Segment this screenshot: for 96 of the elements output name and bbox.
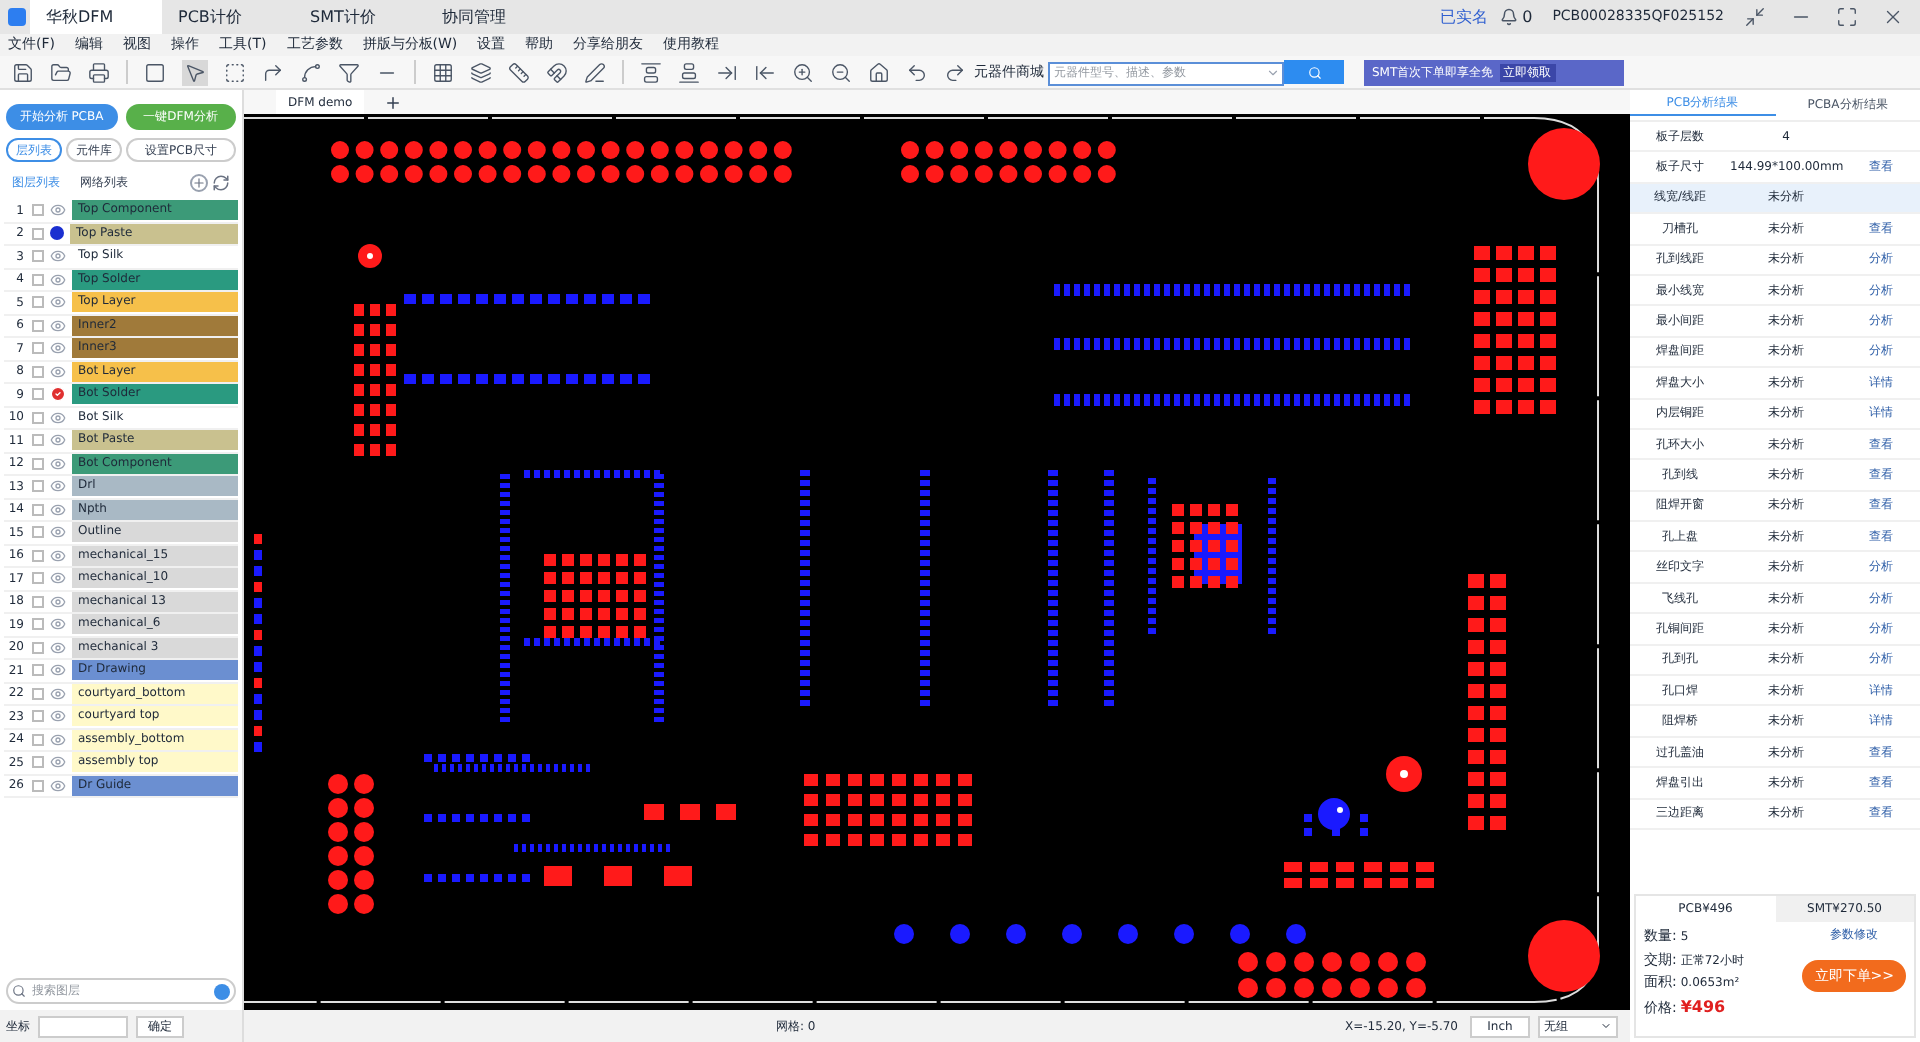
layer-checkbox[interactable] <box>32 342 44 355</box>
corner-arrow-icon[interactable] <box>262 61 284 83</box>
refresh-icon[interactable] <box>212 174 230 192</box>
visibility-icon[interactable] <box>50 685 66 702</box>
visibility-icon[interactable] <box>50 340 66 357</box>
visibility-icon[interactable] <box>50 616 66 633</box>
grid-icon[interactable] <box>432 61 454 83</box>
dropdown-icon[interactable] <box>1266 65 1280 79</box>
warning-check-icon[interactable] <box>50 386 66 403</box>
pointer-icon[interactable] <box>184 61 206 83</box>
align-bottom-icon[interactable] <box>678 61 700 83</box>
app-tab[interactable]: 华秋DFM <box>30 0 162 34</box>
filter-icon[interactable] <box>338 61 360 83</box>
magnet-icon[interactable] <box>546 61 568 83</box>
arrow-left-bar-icon[interactable] <box>754 61 776 83</box>
save-icon[interactable] <box>12 61 34 83</box>
search-go-icon[interactable] <box>214 983 230 999</box>
align-top-icon[interactable] <box>640 61 662 83</box>
bell-icon[interactable] <box>1500 8 1519 26</box>
visibility-icon[interactable] <box>50 501 66 518</box>
visibility-icon[interactable] <box>50 754 66 771</box>
layer-checkbox[interactable] <box>32 756 44 769</box>
printer-icon[interactable] <box>88 61 110 83</box>
app-tab[interactable]: 协同管理 <box>426 0 558 34</box>
visibility-icon[interactable] <box>50 731 66 748</box>
layer-checkbox[interactable] <box>32 296 44 309</box>
layer-checkbox[interactable] <box>32 549 44 562</box>
visibility-icon[interactable] <box>50 455 66 472</box>
coordinate-field[interactable] <box>38 1015 128 1037</box>
layer-checkbox[interactable] <box>32 687 44 700</box>
restore-icon[interactable] <box>1744 6 1766 28</box>
redo-icon[interactable] <box>944 61 966 83</box>
layer-checkbox[interactable] <box>32 779 44 792</box>
add-icon[interactable] <box>190 174 208 192</box>
dashed-square-icon[interactable] <box>224 61 246 83</box>
visibility-icon[interactable] <box>50 708 66 725</box>
visibility-icon[interactable] <box>50 547 66 564</box>
layer-checkbox[interactable] <box>32 641 44 654</box>
visibility-icon[interactable] <box>50 271 66 288</box>
layer-checkbox[interactable] <box>32 480 44 493</box>
add-tab-icon[interactable] <box>384 93 403 111</box>
visibility-icon[interactable] <box>50 593 66 610</box>
quote-value: ¥496 <box>1680 995 1726 1019</box>
layer-checkbox[interactable] <box>32 388 44 401</box>
layer-checkbox[interactable] <box>32 664 44 677</box>
visibility-icon[interactable] <box>50 202 66 219</box>
layer-checkbox[interactable] <box>32 733 44 746</box>
layer-checkbox[interactable] <box>32 503 44 516</box>
ruler-icon[interactable] <box>508 61 530 83</box>
verified-link[interactable]: 已实名 <box>1440 5 1489 29</box>
visibility-icon[interactable] <box>50 524 66 541</box>
search-icon <box>12 984 26 998</box>
layers-icon[interactable] <box>470 61 492 83</box>
app-tab[interactable]: SMT计价 <box>294 0 426 34</box>
undo-icon[interactable] <box>906 61 928 83</box>
visibility-icon[interactable] <box>50 662 66 679</box>
visibility-icon[interactable] <box>50 570 66 587</box>
visibility-icon[interactable] <box>50 478 66 495</box>
layer-checkbox[interactable] <box>32 250 44 263</box>
close-icon[interactable] <box>1882 6 1904 28</box>
home-icon[interactable] <box>868 61 890 83</box>
spline-icon[interactable] <box>300 61 322 83</box>
search-button[interactable] <box>1284 60 1344 84</box>
visibility-icon[interactable] <box>50 777 66 794</box>
layer-checkbox[interactable] <box>32 434 44 447</box>
square-icon[interactable] <box>144 61 166 83</box>
folder-icon[interactable] <box>50 61 72 83</box>
search-icon <box>1307 65 1321 79</box>
visibility-icon[interactable] <box>50 432 66 449</box>
visibility-icon[interactable] <box>50 409 66 426</box>
zoom-in-icon[interactable] <box>792 61 814 83</box>
layer-checkbox[interactable] <box>32 595 44 608</box>
app-logo-icon <box>8 8 26 26</box>
layer-checkbox[interactable] <box>32 526 44 539</box>
visibility-icon[interactable] <box>50 639 66 656</box>
visibility-icon[interactable] <box>50 317 66 334</box>
pen-icon[interactable] <box>584 61 606 83</box>
notification-count: 0 <box>1522 5 1533 29</box>
layer-checkbox[interactable] <box>32 273 44 286</box>
layer-checkbox[interactable] <box>32 365 44 378</box>
layer-checkbox[interactable] <box>32 319 44 332</box>
layer-checkbox[interactable] <box>32 618 44 631</box>
layer-checkbox[interactable] <box>32 572 44 585</box>
layer-checkbox[interactable] <box>32 411 44 424</box>
zoom-out-icon[interactable] <box>830 61 852 83</box>
arrow-right-bar-icon[interactable] <box>716 61 738 83</box>
dropdown-icon[interactable] <box>1600 1020 1612 1032</box>
visibility-icon[interactable] <box>50 294 66 311</box>
visibility-icon[interactable] <box>50 363 66 380</box>
app-tab[interactable]: PCB计价 <box>162 0 294 34</box>
maximize-icon[interactable] <box>1836 6 1858 28</box>
layer-checkbox[interactable] <box>32 204 44 217</box>
layer-checkbox[interactable] <box>32 457 44 470</box>
layer-checkbox[interactable] <box>32 227 44 240</box>
layer-checkbox[interactable] <box>32 710 44 723</box>
visibility-icon[interactable] <box>50 248 66 265</box>
